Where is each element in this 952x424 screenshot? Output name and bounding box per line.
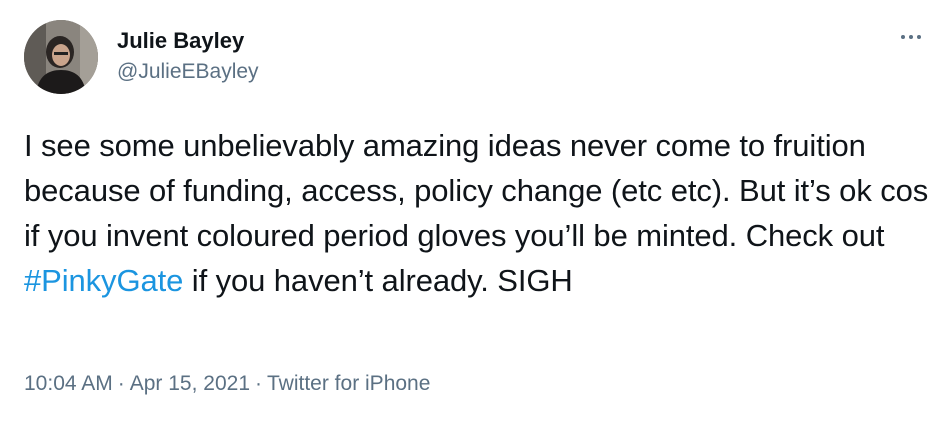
more-dot: [917, 35, 921, 39]
display-name[interactable]: Julie Bayley: [117, 27, 259, 55]
more-dot: [901, 35, 905, 39]
tweet-time[interactable]: 10:04 AM: [24, 372, 113, 395]
hashtag-link[interactable]: #PinkyGate: [24, 263, 183, 298]
avatar-image: [24, 20, 98, 94]
tweet-text-after: if you haven’t already. SIGH: [183, 263, 573, 298]
user-handle[interactable]: @JulieEBayley: [117, 58, 259, 86]
author-info[interactable]: Julie Bayley @JulieEBayley: [117, 27, 259, 86]
avatar[interactable]: [24, 20, 98, 94]
tweet-date[interactable]: Apr 15, 2021: [130, 372, 250, 395]
tweet-source[interactable]: Twitter for iPhone: [267, 372, 430, 395]
tweet-card: Julie Bayley @JulieEBayley I see some un…: [0, 0, 952, 424]
more-dot: [909, 35, 913, 39]
tweet-text-before: I see some unbelievably amazing ideas ne…: [24, 128, 929, 253]
meta-separator: ·: [255, 372, 262, 395]
more-horizontal-icon[interactable]: [894, 28, 928, 46]
meta-separator: ·: [117, 372, 125, 395]
tweet-meta: 10:04 AM · Apr 15, 2021 · Twitter for iPhone: [24, 370, 430, 398]
tweet-text: I see some unbelievably amazing ideas ne…: [24, 123, 929, 303]
